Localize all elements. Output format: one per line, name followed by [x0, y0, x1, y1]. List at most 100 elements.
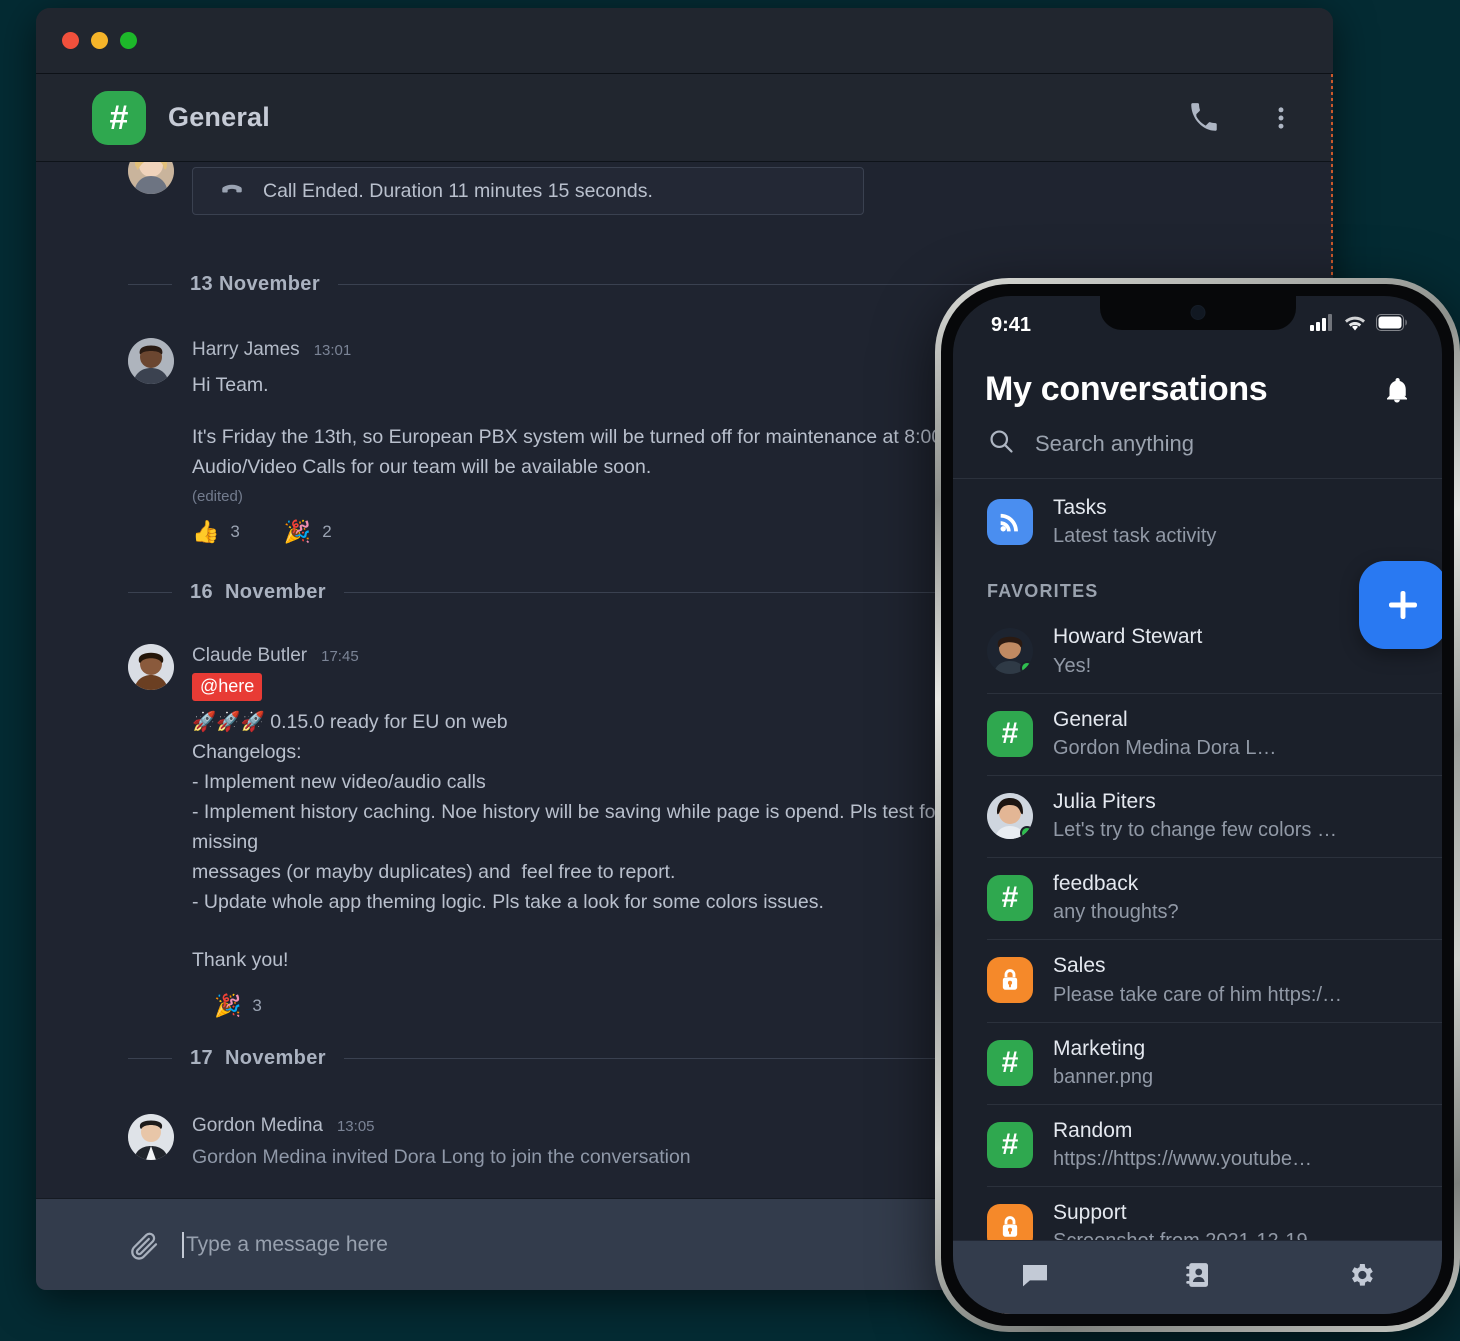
list-item[interactable]: Sales Please take care of him https:/…	[953, 939, 1442, 1021]
list-item-texts: feedback any thoughts?	[1053, 871, 1422, 925]
reaction-chip[interactable]: 👍 3	[192, 521, 240, 543]
message-text-line: messages (or mayby duplicates) and feel …	[192, 861, 676, 884]
message-text-line: Hi Team.	[192, 374, 269, 396]
message-head: Gordon Medina 13:05	[192, 1115, 691, 1137]
window-close-button[interactable]	[62, 32, 79, 49]
tab-contacts[interactable]	[1183, 1260, 1213, 1295]
thumbs-up-icon: 👍	[192, 519, 220, 545]
status-time: 9:41	[991, 313, 1032, 336]
mobile-device: 9:41 My conversations Search anything Ta…	[935, 278, 1460, 1332]
message-text-line: Thank you!	[192, 949, 289, 972]
chat-bubble-icon	[1019, 1259, 1051, 1296]
hash-icon: #	[987, 1039, 1033, 1086]
rss-icon	[987, 499, 1033, 546]
window-titlebar	[36, 8, 1333, 74]
avatar	[987, 628, 1033, 675]
avatar	[128, 338, 174, 384]
battery-icon	[1376, 313, 1408, 337]
phone-frame: 9:41 My conversations Search anything Ta…	[935, 278, 1460, 1332]
message-author: Gordon Medina	[192, 1115, 323, 1137]
more-vertical-icon[interactable]	[1267, 104, 1295, 132]
list-item-subtitle: banner.png	[1053, 1065, 1154, 1088]
list-item-texts: Marketing banner.png	[1053, 1036, 1422, 1090]
phone-down-icon	[219, 175, 245, 207]
message-head: Claude Butler 17:45	[192, 645, 992, 667]
message-time: 13:05	[336, 1118, 375, 1136]
window-minimize-button[interactable]	[91, 32, 108, 49]
bell-icon[interactable]	[1382, 375, 1412, 405]
paperclip-icon[interactable]	[128, 1229, 160, 1261]
reaction-count: 3	[230, 522, 240, 542]
text-caret	[182, 1231, 184, 1258]
list-item-subtitle: Latest task activity	[1053, 525, 1217, 548]
list-item-title: Julia Piters	[1053, 789, 1156, 813]
call-icon[interactable]	[1187, 101, 1221, 135]
list-item-subtitle: any thoughts?	[1053, 901, 1179, 924]
message-edited-flag: (edited)	[192, 488, 243, 506]
new-conversation-button[interactable]	[1359, 561, 1442, 649]
call-ended-pill: Call Ended. Duration 11 minutes 15 secon…	[192, 167, 864, 215]
message-text-line: - Implement new video/audio calls	[192, 771, 486, 794]
status-bar: 9:41	[953, 296, 1442, 344]
list-item-subtitle: Please take care of him https:/…	[1053, 983, 1343, 1006]
message-time: 13:01	[313, 342, 352, 359]
list-item-texts: General Gordon Medina Dora L…	[1053, 707, 1422, 761]
message-head: Harry James 13:01	[192, 339, 982, 361]
online-status-dot	[1020, 825, 1033, 839]
divider-line-left	[128, 1058, 172, 1060]
tab-settings[interactable]	[1346, 1260, 1376, 1295]
list-item[interactable]: # General Gordon Medina Dora L…	[953, 692, 1442, 775]
list-item-subtitle: Let's try to change few colors …	[1053, 819, 1337, 841]
list-item-texts: Tasks Latest task activity	[1053, 495, 1422, 549]
list-item-title: feedback	[1053, 872, 1139, 895]
mention-here-badge[interactable]: @here	[192, 673, 263, 702]
divider-line-left	[128, 284, 172, 285]
message-input[interactable]	[186, 1232, 886, 1257]
message-text-line: - Implement history caching. Noe history…	[192, 801, 943, 854]
hash-icon: #	[92, 90, 146, 145]
message-body: Claude Butler 17:45 @here 🚀🚀🚀 0.15.0 rea…	[192, 644, 992, 1017]
message-text-line: - Update whole app theming logic. Pls ta…	[192, 891, 824, 914]
list-item-texts: Julia Piters Let's try to change few col…	[1053, 789, 1422, 843]
wifi-icon	[1344, 314, 1366, 337]
header-actions	[1187, 101, 1295, 135]
call-ended-text: Call Ended. Duration 11 minutes 15 secon…	[263, 179, 653, 202]
list-item-subtitle: Gordon Medina Dora L…	[1053, 736, 1277, 759]
divider-line-left	[128, 592, 172, 594]
lock-icon	[987, 957, 1033, 1004]
list-item-title: Random	[1053, 1118, 1133, 1142]
list-item-tasks[interactable]: Tasks Latest task activity	[953, 479, 1442, 565]
list-item-title: Support	[1053, 1201, 1127, 1224]
message-text-line: Audio/Video Calls for our team will be a…	[192, 456, 652, 479]
message-text-line: It's Friday the 13th, so European PBX sy…	[192, 426, 983, 449]
date-divider-label: 17 November	[190, 1047, 326, 1070]
avatar	[987, 792, 1033, 839]
party-popper-icon: 🎉	[283, 519, 312, 545]
list-item[interactable]: Julia Piters Let's try to change few col…	[953, 774, 1442, 857]
search-input[interactable]: Search anything	[1035, 431, 1194, 457]
search-bar[interactable]: Search anything	[953, 409, 1442, 649]
reactions: 🎉 3	[192, 995, 992, 1017]
avatar	[128, 1114, 174, 1161]
message-body: Gordon Medina 13:05 Gordon Medina invite…	[192, 1114, 691, 1169]
list-item-title: Sales	[1053, 954, 1106, 978]
cellular-signal-icon	[1310, 313, 1334, 337]
message-author: Harry James	[192, 339, 300, 360]
list-item-title: Marketing	[1053, 1036, 1146, 1060]
system-message-text: Gordon Medina invited Dora Long to join …	[192, 1146, 691, 1169]
contacts-book-icon	[1183, 1260, 1213, 1295]
reaction-count: 3	[252, 996, 262, 1016]
search-icon	[987, 427, 1015, 460]
status-icons	[1310, 313, 1408, 337]
reaction-chip[interactable]: 🎉 2	[284, 521, 332, 543]
list-item-texts: Random https://https://www.youtube…	[1053, 1118, 1422, 1172]
date-divider-label: 16 November	[190, 581, 326, 604]
reactions: 👍 3 🎉 2	[192, 521, 982, 543]
tab-chats[interactable]	[1019, 1259, 1051, 1296]
message-text-line: 🚀🚀🚀 0.15.0 ready for EU on web	[192, 711, 508, 734]
reaction-chip[interactable]: 🎉 3	[214, 995, 262, 1017]
window-maximize-button[interactable]	[120, 32, 137, 49]
list-item[interactable]: # Random https://https://www.youtube…	[953, 1103, 1442, 1186]
list-item[interactable]: # Marketing banner.png	[953, 1021, 1442, 1104]
list-item[interactable]: # feedback any thoughts?	[953, 857, 1442, 939]
